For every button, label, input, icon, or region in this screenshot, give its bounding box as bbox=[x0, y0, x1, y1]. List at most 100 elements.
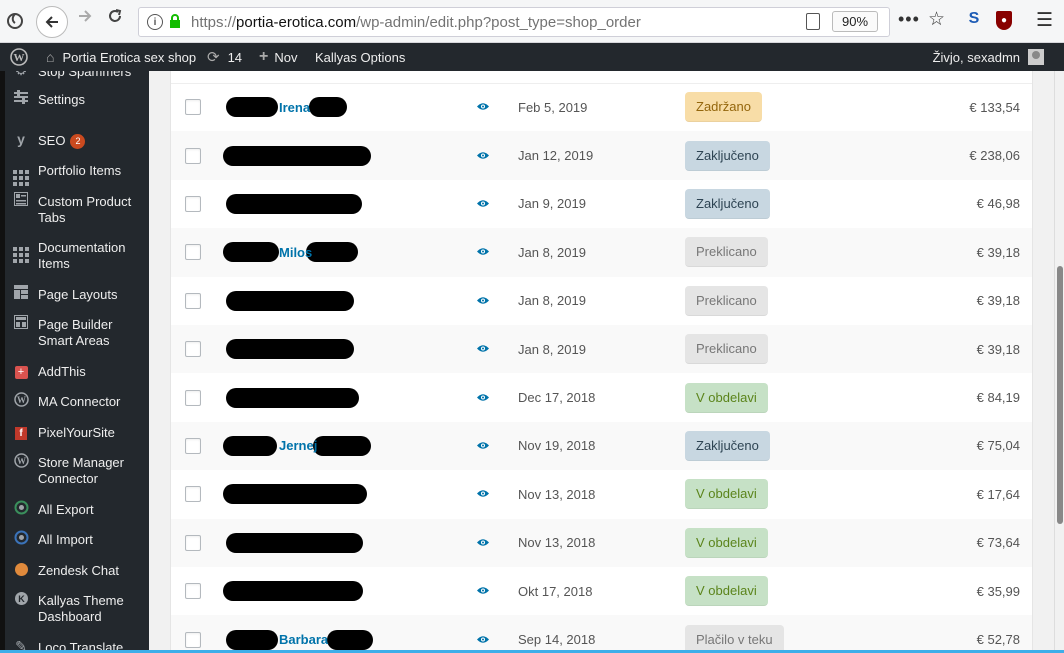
sidebar-item-kallyas-theme-dashboard[interactable]: K Kallyas Theme Dashboard bbox=[5, 591, 149, 625]
eye-icon[interactable] bbox=[476, 487, 490, 501]
sidebar-item-store-manager-connector[interactable]: W Store Manager Connector bbox=[5, 453, 149, 487]
redacted-customer-name bbox=[223, 484, 367, 505]
bookmark-star-icon[interactable]: ☆ bbox=[928, 8, 945, 31]
back-arrow-icon[interactable] bbox=[36, 6, 68, 38]
table-row[interactable]: Nov 13, 2018 V obdelavi € 73,64 bbox=[171, 518, 1032, 567]
reload-icon[interactable] bbox=[106, 7, 124, 30]
admin-bar-account[interactable]: Živjo, sexadmn bbox=[933, 43, 1044, 71]
sidebar-item-all-import[interactable]: All Import bbox=[5, 530, 149, 550]
sidebar-item-pixelyoursite[interactable]: f PixelYourSite bbox=[5, 423, 149, 443]
table-row[interactable]: Nov 13, 2018 V obdelavi € 17,64 bbox=[171, 470, 1032, 518]
eye-icon[interactable] bbox=[476, 342, 490, 356]
eye-icon[interactable] bbox=[476, 536, 490, 550]
order-total: € 84,19 bbox=[976, 390, 1020, 406]
import-icon bbox=[11, 530, 31, 550]
extension-s-icon[interactable]: S bbox=[964, 10, 984, 30]
order-customer-link[interactable]: Barbara bbox=[279, 632, 328, 647]
row-checkbox[interactable] bbox=[185, 437, 201, 454]
eye-icon[interactable] bbox=[476, 100, 490, 114]
wordpress-icon: W bbox=[11, 392, 31, 412]
admin-bar-updates[interactable]: ⟳ 14 bbox=[207, 43, 242, 71]
orders-table: Irena Feb 5, 2019 Zadržano € 133,54 Jan 12, … bbox=[170, 71, 1033, 653]
status-badge: Zaključeno bbox=[685, 188, 770, 219]
eye-icon[interactable] bbox=[476, 245, 490, 259]
zoom-level-badge[interactable]: 90% bbox=[832, 11, 878, 32]
sidebar-item-zendesk-chat[interactable]: Zendesk Chat bbox=[5, 561, 149, 581]
table-row[interactable]: Dec 17, 2018 V obdelavi € 84,19 bbox=[171, 373, 1032, 421]
order-total: € 35,99 bbox=[976, 583, 1020, 599]
row-checkbox[interactable] bbox=[185, 534, 201, 551]
row-checkbox[interactable] bbox=[185, 583, 201, 600]
url-path: /wp-admin/edit.php?post_type=shop_order bbox=[356, 13, 641, 31]
order-total: € 238,06 bbox=[969, 148, 1020, 164]
status-badge: Plačilo v teku bbox=[685, 624, 784, 653]
sidebar-item-stop-spammers[interactable]: ⚙ Stop Spammers bbox=[5, 71, 149, 82]
status-badge: V obdelavi bbox=[685, 576, 768, 607]
eye-icon[interactable] bbox=[476, 149, 490, 163]
row-checkbox[interactable] bbox=[185, 389, 201, 406]
row-checkbox[interactable] bbox=[185, 244, 201, 261]
sidebar-item-documentation-items[interactable]: Documentation Items bbox=[5, 238, 149, 272]
hamburger-menu-icon[interactable]: ☰ bbox=[1036, 9, 1053, 32]
order-total: € 39,18 bbox=[976, 244, 1020, 260]
row-checkbox[interactable] bbox=[185, 99, 201, 116]
sidebar-item-settings[interactable]: Settings bbox=[5, 90, 149, 110]
sidebar-item-all-export[interactable]: All Export bbox=[5, 500, 149, 520]
order-customer-link[interactable]: Irena bbox=[279, 100, 310, 115]
sidebar-item-ma-connector[interactable]: W MA Connector bbox=[5, 392, 149, 412]
info-icon[interactable]: i bbox=[147, 14, 163, 30]
table-row[interactable]: Milos Jan 8, 2019 Preklicano € 39,18 bbox=[171, 228, 1032, 277]
row-checkbox[interactable] bbox=[185, 631, 201, 648]
sidebar-item-seo[interactable]: y SEO 2 bbox=[5, 131, 149, 151]
redacted-customer-name bbox=[223, 435, 277, 456]
ublock-icon[interactable]: ● bbox=[996, 11, 1012, 30]
sidebar-item-page-builder-smart-areas[interactable]: Page Builder Smart Areas bbox=[5, 315, 149, 349]
row-checkbox[interactable] bbox=[185, 147, 201, 164]
sidebar-item-portfolio-items[interactable]: Portfolio Items bbox=[5, 161, 149, 186]
table-row[interactable]: Jan 8, 2019 Preklicano € 39,18 bbox=[171, 325, 1032, 374]
wordpress-logo-icon[interactable]: W bbox=[10, 43, 32, 71]
table-row[interactable]: Irena Feb 5, 2019 Zadržano € 133,54 bbox=[171, 83, 1032, 131]
status-badge: Preklicano bbox=[685, 285, 768, 316]
eye-icon[interactable] bbox=[476, 391, 490, 405]
facebook-icon: f bbox=[11, 423, 31, 443]
table-row[interactable]: Jan 8, 2019 Preklicano € 39,18 bbox=[171, 277, 1032, 325]
reader-view-icon[interactable] bbox=[806, 13, 820, 30]
row-checkbox[interactable] bbox=[185, 486, 201, 503]
firefox-icon[interactable] bbox=[6, 11, 26, 31]
lock-icon[interactable] bbox=[169, 13, 181, 31]
eye-icon[interactable] bbox=[476, 584, 490, 598]
sidebar-item-custom-product-tabs[interactable]: Custom Product Tabs bbox=[5, 192, 149, 226]
page-scrollbar[interactable] bbox=[1054, 71, 1064, 653]
status-badge: V obdelavi bbox=[685, 382, 768, 413]
new-label: Nov bbox=[274, 49, 298, 65]
admin-bar-site[interactable]: ⌂ Portia Erotica sex shop bbox=[46, 43, 196, 71]
forward-arrow-icon[interactable] bbox=[76, 7, 94, 30]
avatar bbox=[1028, 49, 1044, 65]
table-row[interactable]: Okt 17, 2018 V obdelavi € 35,99 bbox=[171, 567, 1032, 615]
more-actions-icon[interactable]: ••• bbox=[898, 9, 920, 30]
sidebar-item-addthis[interactable]: + AddThis bbox=[5, 362, 149, 382]
table-row[interactable]: Jernej Nov 19, 2018 Zaključeno € 75,04 bbox=[171, 421, 1032, 471]
scrollbar-thumb[interactable] bbox=[1057, 266, 1063, 524]
eye-icon[interactable] bbox=[476, 294, 490, 308]
eye-icon[interactable] bbox=[476, 439, 490, 453]
admin-bar-theme-options[interactable]: Kallyas Options bbox=[315, 43, 405, 71]
order-customer-link[interactable]: Jernej bbox=[279, 438, 317, 453]
admin-bar-new[interactable]: + Nov bbox=[259, 43, 297, 71]
eye-icon[interactable] bbox=[476, 197, 490, 211]
row-checkbox[interactable] bbox=[185, 292, 201, 309]
table-row[interactable]: Jan 12, 2019 Zaključeno € 238,06 bbox=[171, 131, 1032, 180]
redacted-customer-name bbox=[309, 97, 347, 118]
table-row[interactable]: Barbara Sep 14, 2018 Plačilo v teku € 52,78 bbox=[171, 615, 1032, 653]
row-checkbox[interactable] bbox=[185, 195, 201, 212]
eye-icon[interactable] bbox=[476, 633, 490, 647]
table-row[interactable]: Jan 9, 2019 Zaključeno € 46,98 bbox=[171, 180, 1032, 228]
redacted-customer-name bbox=[223, 581, 363, 602]
row-checkbox[interactable] bbox=[185, 341, 201, 358]
sidebar-item-page-layouts[interactable]: Page Layouts bbox=[5, 285, 149, 305]
status-badge: V obdelavi bbox=[685, 479, 768, 510]
url-bar[interactable]: i https://portia-erotica.com/wp-admin/ed… bbox=[138, 7, 890, 37]
order-customer-link[interactable]: Milos bbox=[279, 245, 312, 260]
plus-icon: + bbox=[259, 48, 269, 65]
